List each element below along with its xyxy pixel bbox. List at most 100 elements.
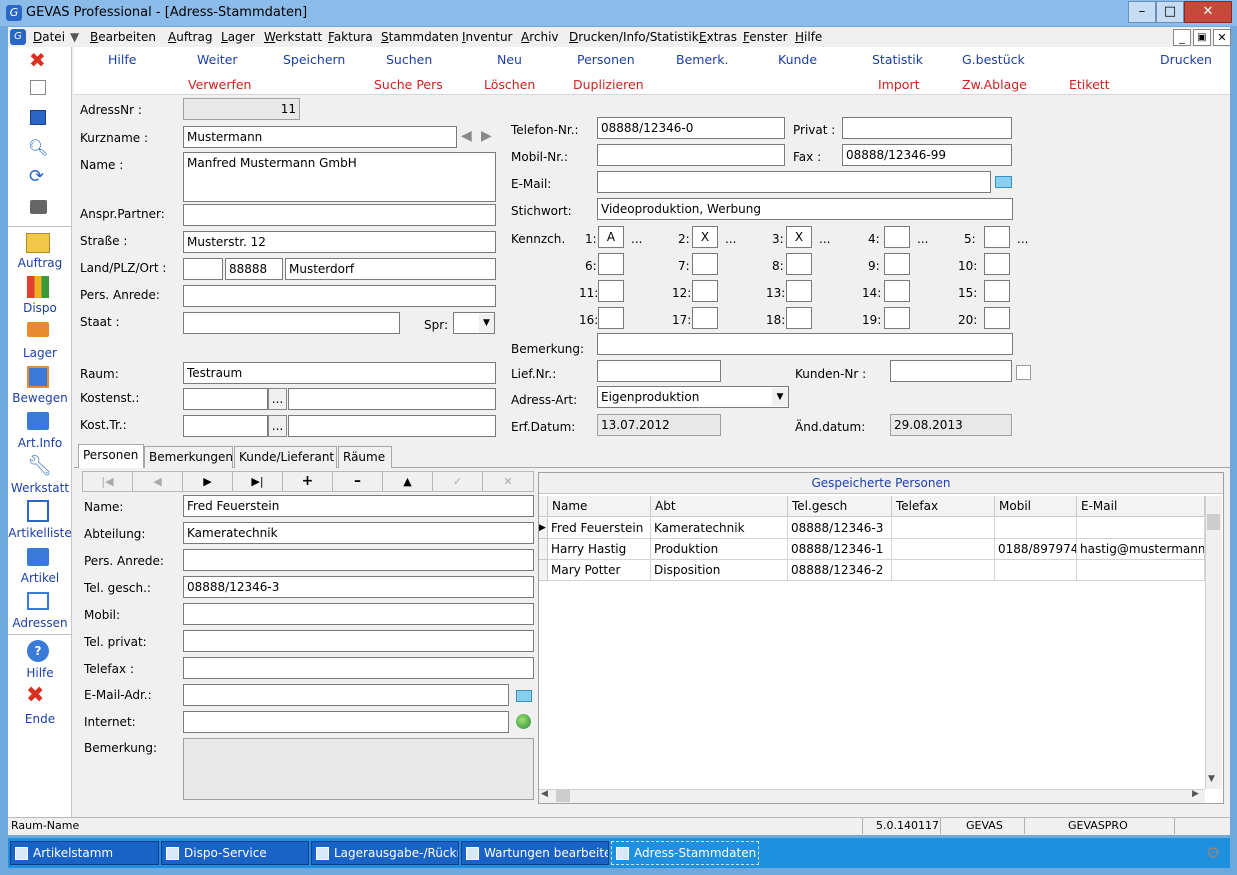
grid-hscrollbar[interactable] [539, 789, 1205, 803]
kennz-field[interactable] [984, 226, 1010, 248]
nav-edit-button[interactable]: ▲ [383, 472, 433, 491]
task-dispo-service[interactable]: Dispo-Service [161, 841, 309, 865]
strasse-field[interactable]: Musterstr. 12 [183, 231, 496, 253]
nav-next-button[interactable]: ▶ [183, 472, 233, 491]
table-cell[interactable] [892, 518, 995, 539]
menu-inventur[interactable]: Inventur [462, 30, 513, 44]
kennz-field[interactable] [786, 253, 812, 275]
sidebar-item-dispo[interactable]: Dispo [8, 301, 72, 315]
name-field[interactable]: Manfred Mustermann GmbH [183, 152, 496, 202]
table-cell[interactable]: Fred Feuerstein [548, 518, 651, 539]
kostenst-field[interactable] [183, 388, 268, 410]
table-cell[interactable]: 0188/8979746 [995, 539, 1077, 560]
menu-hilfe[interactable]: Hilfe [795, 30, 822, 44]
mdi-minimize-button[interactable]: _ [1173, 29, 1191, 46]
globe-icon[interactable] [516, 714, 531, 729]
kennz-field[interactable] [598, 307, 624, 329]
kennz-more-button[interactable]: ... [917, 232, 928, 246]
kennz-more-button[interactable]: ... [819, 232, 830, 246]
adressart-dropdown-icon[interactable]: ▼ [772, 388, 788, 406]
lager-icon[interactable] [27, 322, 49, 337]
kosttr-field[interactable] [183, 415, 268, 437]
spr-dropdown-icon[interactable]: ▼ [479, 314, 494, 332]
col-header-name[interactable]: Name [548, 496, 651, 517]
table-cell[interactable]: Disposition [651, 560, 788, 581]
bewegen-icon[interactable] [27, 366, 49, 388]
bemerkung-field[interactable] [597, 333, 1013, 355]
tb-gbestueck[interactable]: G.bestück [962, 52, 1025, 67]
land-field[interactable] [183, 258, 223, 280]
nav-delete-button[interactable]: – [333, 472, 383, 491]
person-telgesch-field[interactable]: 08888/12346-3 [183, 576, 534, 598]
table-cell[interactable]: 08888/12346-1 [788, 539, 892, 560]
menu-dropdown-icon[interactable]: ▼ [70, 30, 79, 44]
tab-personen[interactable]: Personen [78, 444, 144, 468]
row-current-indicator[interactable]: ▶ [539, 518, 548, 539]
kosttr-lookup-button[interactable]: ... [268, 415, 287, 437]
nav-add-button[interactable]: + [283, 472, 333, 491]
nav-prev-button[interactable]: ◀ [133, 472, 183, 491]
kennz-field[interactable] [884, 307, 910, 329]
table-cell[interactable]: 08888/12346-2 [788, 560, 892, 581]
tb-loeschen[interactable]: Löschen [484, 77, 535, 92]
gear-icon[interactable]: ⚙ [1206, 843, 1220, 862]
row-indicator[interactable] [539, 560, 548, 581]
table-cell[interactable] [1077, 518, 1205, 539]
task-artikelstamm[interactable]: Artikelstamm [10, 841, 159, 865]
person-telprivat-field[interactable] [183, 630, 534, 652]
table-cell[interactable] [892, 539, 995, 560]
table-cell[interactable] [1077, 560, 1205, 581]
person-mobil-field[interactable] [183, 603, 534, 625]
send-email-icon[interactable] [995, 176, 1012, 188]
nav-cancel-button[interactable]: ✕ [483, 472, 533, 491]
printer-icon[interactable] [30, 200, 47, 214]
person-telefax-field[interactable] [183, 657, 534, 679]
scroll-right-icon[interactable]: ▶ [1192, 789, 1199, 799]
table-cell[interactable]: Harry Hastig [548, 539, 651, 560]
kennz-field[interactable] [884, 226, 910, 248]
kostenst-lookup-button[interactable]: ... [268, 388, 287, 410]
person-name-field[interactable]: Fred Feuerstein [183, 495, 534, 517]
tab-kunde-lieferant[interactable]: Kunde/Lieferant [234, 446, 337, 468]
persanrede-field[interactable] [183, 285, 496, 307]
kosttr-desc-field[interactable] [288, 415, 496, 437]
nav-post-button[interactable]: ✓ [433, 472, 483, 491]
sidebar-item-bewegen[interactable]: Bewegen [8, 391, 72, 405]
tb-import[interactable]: Import [878, 77, 920, 92]
stichwort-field[interactable]: Videoproduktion, Werbung [597, 198, 1013, 220]
table-cell[interactable]: 08888/12346-3 [788, 518, 892, 539]
refresh-icon[interactable]: ⟳ [29, 166, 44, 187]
sidebar-item-hilfe[interactable]: Hilfe [8, 666, 72, 680]
person-email-field[interactable] [183, 684, 509, 706]
mobil-field[interactable] [597, 144, 785, 166]
col-header-abt[interactable]: Abt [651, 496, 788, 517]
close-button[interactable]: ✕ [1184, 1, 1232, 23]
tb-drucken[interactable]: Drucken [1160, 52, 1212, 67]
kennz-field[interactable] [786, 280, 812, 302]
menu-drucken-info-statistik[interactable]: Drucken/Info/Statistik [569, 30, 699, 44]
prev-record-icon[interactable]: ◀ [461, 128, 472, 144]
person-send-email-icon[interactable] [516, 690, 532, 702]
kennz-field[interactable] [692, 307, 718, 329]
telefon-field[interactable]: 08888/12346-0 [597, 117, 785, 139]
col-header-mobil[interactable]: Mobil [995, 496, 1077, 517]
sidebar-item-adressen[interactable]: Adressen [8, 616, 72, 630]
wrench-icon[interactable]: 🔧︎ [27, 453, 52, 477]
next-record-icon[interactable]: ▶ [481, 128, 492, 144]
menu-faktura[interactable]: Faktura [328, 30, 373, 44]
kennz-field[interactable]: X [786, 226, 812, 248]
kundennr-checkbox[interactable] [1016, 365, 1031, 380]
mdi-close-button[interactable]: ✕ [1213, 29, 1231, 46]
tb-personen[interactable]: Personen [577, 52, 635, 67]
kennz-field[interactable] [692, 253, 718, 275]
tb-duplizieren[interactable]: Duplizieren [573, 77, 644, 92]
menu-bearbeiten[interactable]: Bearbeiten [90, 30, 156, 44]
cancel-icon[interactable]: ✖ [29, 48, 46, 72]
kennz-field[interactable] [884, 253, 910, 275]
kennz-field[interactable] [984, 280, 1010, 302]
kennz-field[interactable] [984, 307, 1010, 329]
search-icon[interactable]: 🔍︎ [28, 138, 48, 157]
task-lagerausgabe[interactable]: Lagerausgabe-/Rückn... [311, 841, 459, 865]
mdi-restore-button[interactable]: ▣ [1193, 29, 1211, 46]
menu-datei[interactable]: Datei [33, 30, 65, 44]
